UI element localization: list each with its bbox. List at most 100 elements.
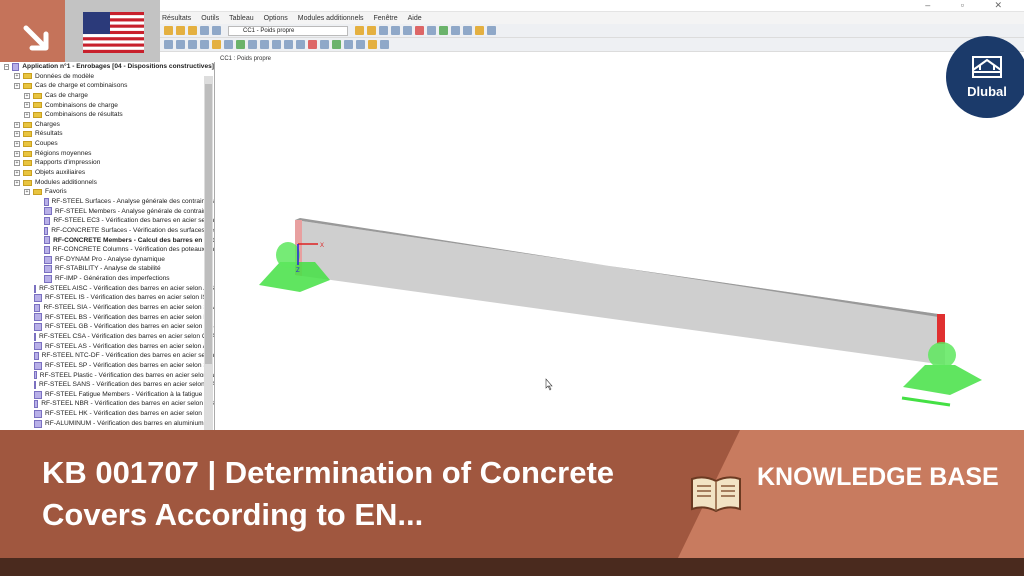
menu-tableau[interactable]: Tableau: [229, 15, 254, 22]
tool-icon[interactable]: [284, 40, 293, 49]
tree-item[interactable]: + Favoris: [0, 187, 214, 197]
favorite-module-item[interactable]: RF-STEEL EC3 - Vérification des barres e…: [0, 216, 214, 226]
expand-icon[interactable]: +: [14, 131, 20, 138]
tree-item[interactable]: + Résultats: [0, 129, 214, 139]
tree-item[interactable]: + Charges: [0, 120, 214, 130]
module-item[interactable]: RF-STEEL GB - Vérification des barres en…: [0, 322, 214, 332]
tool-icon[interactable]: [379, 26, 388, 35]
tool-icon[interactable]: [355, 26, 364, 35]
tool-icon[interactable]: [236, 40, 245, 49]
tool-icon[interactable]: [188, 26, 197, 35]
tree-item[interactable]: + Combinaisons de charge: [0, 101, 214, 111]
tool-icon[interactable]: [260, 40, 269, 49]
tree-item[interactable]: + Régions moyennes: [0, 149, 214, 159]
module-item[interactable]: RF-STEEL AS - Vérification des barres en…: [0, 342, 214, 352]
expand-icon[interactable]: +: [14, 121, 20, 128]
tool-icon[interactable]: [344, 40, 353, 49]
tree-scrollbar[interactable]: [204, 76, 213, 430]
tool-icon[interactable]: [200, 40, 209, 49]
favorite-module-item[interactable]: RF-CONCRETE Members - Calcul des barres …: [0, 236, 214, 246]
menu-aide[interactable]: Aide: [408, 15, 422, 22]
module-item[interactable]: RF-STEEL CSA - Vérification des barres e…: [0, 332, 214, 342]
tool-icon[interactable]: [320, 40, 329, 49]
expand-icon[interactable]: +: [24, 112, 30, 119]
expand-icon[interactable]: +: [14, 179, 20, 186]
module-item[interactable]: RF-STEEL AISC - Vérification des barres …: [0, 284, 214, 294]
load-case-select[interactable]: CC1 - Poids propre: [228, 25, 348, 36]
tool-icon[interactable]: [272, 40, 281, 49]
expand-icon[interactable]: +: [24, 102, 30, 109]
favorite-module-item[interactable]: RF-STEEL Members - Analyse générale de c…: [0, 207, 214, 217]
tool-icon[interactable]: [176, 40, 185, 49]
favorite-module-item[interactable]: RF-CONCRETE Surfaces - Vérification des …: [0, 226, 214, 236]
menu-resultats[interactable]: Résultats: [162, 15, 191, 22]
expand-icon[interactable]: +: [14, 150, 20, 157]
tool-icon[interactable]: [368, 40, 377, 49]
module-item[interactable]: RF-STEEL IS - Vérification des barres en…: [0, 293, 214, 303]
menu-modules[interactable]: Modules additionnels: [298, 15, 364, 22]
expand-icon[interactable]: +: [14, 73, 20, 80]
tree-item[interactable]: + Cas de charge et combinaisons: [0, 81, 214, 91]
expand-icon[interactable]: +: [14, 169, 20, 176]
tool-icon[interactable]: [224, 40, 233, 49]
tree-item[interactable]: + Combinaisons de résultats: [0, 110, 214, 120]
tool-icon[interactable]: [463, 26, 472, 35]
menu-fenetre[interactable]: Fenêtre: [374, 15, 398, 22]
module-icon: [44, 255, 52, 264]
expand-icon[interactable]: +: [24, 92, 30, 99]
expand-icon[interactable]: +: [24, 189, 30, 196]
favorite-module-item[interactable]: RF-STEEL Surfaces - Analyse générale des…: [0, 197, 214, 207]
tool-icon[interactable]: [427, 26, 436, 35]
favorite-module-item[interactable]: RF-DYNAM Pro - Analyse dynamique: [0, 255, 214, 265]
tool-icon[interactable]: [188, 40, 197, 49]
tool-icon[interactable]: [212, 26, 221, 35]
module-item[interactable]: RF-ALUMINUM - Vérification des barres en…: [0, 419, 214, 429]
tree-item[interactable]: + Rapports d'impression: [0, 158, 214, 168]
module-item[interactable]: RF-STEEL NTC-DF - Vérification des barre…: [0, 351, 214, 361]
module-item[interactable]: RF-STEEL BS - Vérification des barres en…: [0, 313, 214, 323]
expand-icon[interactable]: +: [14, 140, 20, 147]
tree-item[interactable]: + Cas de charge: [0, 91, 214, 101]
menu-options[interactable]: Options: [264, 15, 288, 22]
module-item[interactable]: RF-STEEL Plastic - Vérification des barr…: [0, 371, 214, 381]
3d-viewport[interactable]: X Z: [216, 53, 1024, 430]
tool-icon[interactable]: [439, 26, 448, 35]
tool-icon[interactable]: [308, 40, 317, 49]
tool-icon[interactable]: [200, 26, 209, 35]
tool-icon[interactable]: [164, 40, 173, 49]
module-item[interactable]: RF-STEEL SANS - Vérification des barres …: [0, 380, 214, 390]
tree-item[interactable]: + Modules additionnels: [0, 178, 214, 188]
module-item[interactable]: RF-STEEL HK - Vérification des barres en…: [0, 409, 214, 419]
tool-icon[interactable]: [451, 26, 460, 35]
tree-root[interactable]: − Application n°1 - Enrobages [04 - Dispo…: [0, 62, 214, 72]
favorite-module-item[interactable]: RF-STABILITY - Analyse de stabilité: [0, 264, 214, 274]
window-controls[interactable]: ‒ ▫ ✕: [925, 0, 1016, 11]
tool-icon[interactable]: [415, 26, 424, 35]
module-item[interactable]: RF-STEEL NBR - Vérification des barres e…: [0, 399, 214, 409]
tool-icon[interactable]: [487, 26, 496, 35]
tool-icon[interactable]: [356, 40, 365, 49]
tool-icon[interactable]: [391, 26, 400, 35]
tool-icon[interactable]: [475, 26, 484, 35]
favorite-module-item[interactable]: RF-CONCRETE Columns - Vérification des p…: [0, 245, 214, 255]
tool-icon[interactable]: [248, 40, 257, 49]
expand-icon[interactable]: +: [14, 160, 20, 167]
tree-item[interactable]: + Données de modèle: [0, 72, 214, 82]
menu-outils[interactable]: Outils: [201, 15, 219, 22]
tool-icon[interactable]: [164, 26, 173, 35]
tree-item[interactable]: + Coupes: [0, 139, 214, 149]
expand-icon[interactable]: +: [14, 83, 20, 90]
tree-item[interactable]: + Objets auxiliaires: [0, 168, 214, 178]
us-flag-icon: [83, 12, 144, 53]
tool-icon[interactable]: [296, 40, 305, 49]
module-item[interactable]: RF-STEEL SIA - Vérification des barres e…: [0, 303, 214, 313]
module-item[interactable]: RF-STEEL Fatigue Members - Vérification …: [0, 390, 214, 400]
tool-icon[interactable]: [332, 40, 341, 49]
tool-icon[interactable]: [176, 26, 185, 35]
module-item[interactable]: RF-STEEL SP - Vérification des barres en…: [0, 361, 214, 371]
tool-icon[interactable]: [212, 40, 221, 49]
tool-icon[interactable]: [380, 40, 389, 49]
tool-icon[interactable]: [403, 26, 412, 35]
favorite-module-item[interactable]: RF-IMP - Génération des imperfections: [0, 274, 214, 284]
tool-icon[interactable]: [367, 26, 376, 35]
